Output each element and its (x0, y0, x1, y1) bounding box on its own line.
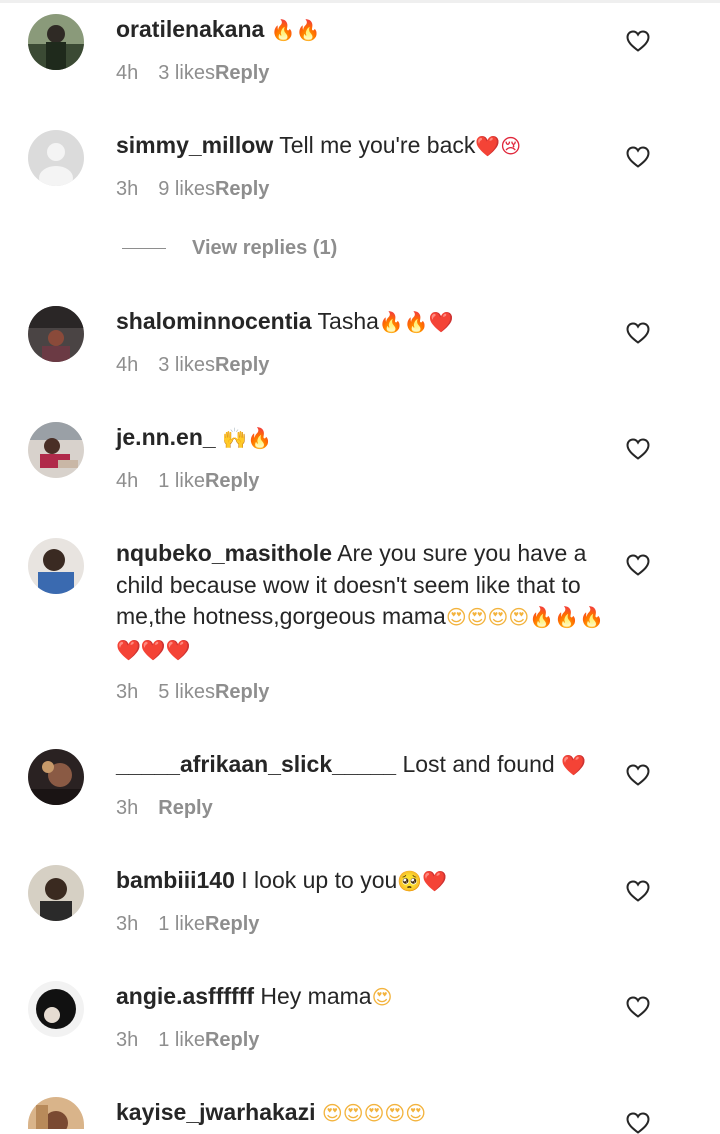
comment-username[interactable]: je.nn.en_ (116, 424, 216, 450)
avatar[interactable] (28, 865, 84, 921)
avatar[interactable] (28, 749, 84, 805)
comment-likes[interactable]: 5 likes (158, 681, 215, 703)
comment-emoji: ❤️ (561, 753, 586, 777)
comment-username[interactable]: oratilenakana (116, 16, 264, 42)
heart-icon[interactable] (626, 438, 650, 460)
comment-text: oratilenakana 🔥🔥 (116, 14, 606, 47)
comment-username[interactable]: _____afrikaan_slick_____ (116, 751, 396, 777)
comment-username[interactable]: angie.asffffff (116, 983, 254, 1009)
reply-button[interactable]: Reply (158, 797, 212, 819)
heart-icon[interactable] (626, 322, 650, 344)
comment-likes[interactable]: 3 likes (158, 62, 215, 84)
comment-likes[interactable]: 1 like (158, 1029, 205, 1051)
comment-meta: 3h 1 likeReply (116, 1029, 259, 1052)
comment-time: 4h (116, 62, 139, 84)
comment-time: 3h (116, 913, 139, 935)
comment-meta: 3h 5 likesReply (116, 681, 269, 704)
avatar[interactable] (28, 306, 84, 362)
heart-icon[interactable] (626, 1112, 650, 1134)
comment-username[interactable]: bambiii140 (116, 867, 235, 893)
heart-icon[interactable] (626, 996, 650, 1018)
comment-text: angie.asffffff Hey mama😍 (116, 981, 606, 1014)
comment-text: simmy_millow Tell me you're back❤️😢 (116, 130, 606, 163)
comment-username[interactable]: nqubeko_masithole (116, 540, 332, 566)
comment-username[interactable]: kayise_jwarhakazi (116, 1099, 315, 1125)
avatar[interactable] (28, 422, 84, 478)
heart-icon[interactable] (626, 554, 650, 576)
comment-time: 3h (116, 178, 139, 200)
comment-time: 3h (116, 797, 139, 819)
comment-likes[interactable]: 1 like (158, 913, 205, 935)
comment-time: 3h (116, 681, 139, 703)
comment-text: nqubeko_masithole Are you sure you have … (116, 538, 606, 666)
comment-body: Tasha (317, 308, 379, 334)
comment-meta: 4h 3 likesReply (116, 354, 269, 377)
heart-icon[interactable] (626, 30, 650, 52)
avatar[interactable] (28, 538, 84, 594)
reply-button[interactable]: Reply (215, 62, 269, 84)
comment-emoji: 🥺❤️ (397, 869, 448, 893)
comment-body: I look up to you (241, 867, 398, 893)
comment-text: je.nn.en_ 🙌🔥 (116, 422, 606, 455)
reply-button[interactable]: Reply (205, 470, 259, 492)
comment-likes[interactable]: 9 likes (158, 178, 215, 200)
comment-emoji: 😍 (371, 985, 393, 1009)
comment-text: shalominnocentia Tasha🔥🔥❤️ (116, 306, 606, 339)
avatar[interactable] (28, 1097, 84, 1129)
view-replies-button[interactable]: View replies (1) (122, 237, 337, 260)
comment-meta: 3h Reply (116, 797, 213, 820)
comment-text: bambiii140 I look up to you🥺❤️ (116, 865, 606, 898)
comment-likes[interactable]: 1 like (158, 470, 205, 492)
heart-icon[interactable] (626, 146, 650, 168)
comment-meta: 4h 1 likeReply (116, 470, 259, 493)
comment-emoji: 😍😍😍😍😍 (321, 1101, 427, 1125)
top-divider (0, 0, 720, 3)
replies-divider (122, 248, 166, 249)
comment-emoji: 🙌🔥 (222, 426, 272, 450)
comment-body: Tell me you're back (279, 132, 476, 158)
comment-time: 3h (116, 1029, 139, 1051)
reply-button[interactable]: Reply (215, 354, 269, 376)
comment-likes[interactable]: 3 likes (158, 354, 215, 376)
comment-emoji: 🔥🔥❤️ (378, 310, 454, 334)
comment-time: 4h (116, 354, 139, 376)
comment-meta: 4h 3 likesReply (116, 62, 269, 85)
comment-meta: 3h 1 likeReply (116, 913, 259, 936)
heart-icon[interactable] (626, 764, 650, 786)
comment-text: kayise_jwarhakazi 😍😍😍😍😍 (116, 1097, 606, 1130)
comment-username[interactable]: shalominnocentia (116, 308, 312, 334)
avatar[interactable] (28, 981, 84, 1037)
reply-button[interactable]: Reply (205, 1029, 259, 1051)
reply-button[interactable]: Reply (215, 178, 269, 200)
reply-button[interactable]: Reply (205, 913, 259, 935)
comment-emoji: ❤️😢 (475, 134, 522, 158)
reply-button[interactable]: Reply (215, 681, 269, 703)
comment-username[interactable]: simmy_millow (116, 132, 273, 158)
comment-text: _____afrikaan_slick_____ Lost and found … (116, 749, 606, 782)
heart-icon[interactable] (626, 880, 650, 902)
comment-meta: 3h 9 likesReply (116, 178, 269, 201)
avatar[interactable] (28, 130, 84, 186)
avatar[interactable] (28, 14, 84, 70)
comment-body: Lost and found (402, 751, 555, 777)
view-replies-label: View replies (1) (192, 237, 338, 259)
comment-body: Hey mama (260, 983, 372, 1009)
comment-time: 4h (116, 470, 139, 492)
comment-emoji: 🔥🔥 (270, 18, 321, 42)
